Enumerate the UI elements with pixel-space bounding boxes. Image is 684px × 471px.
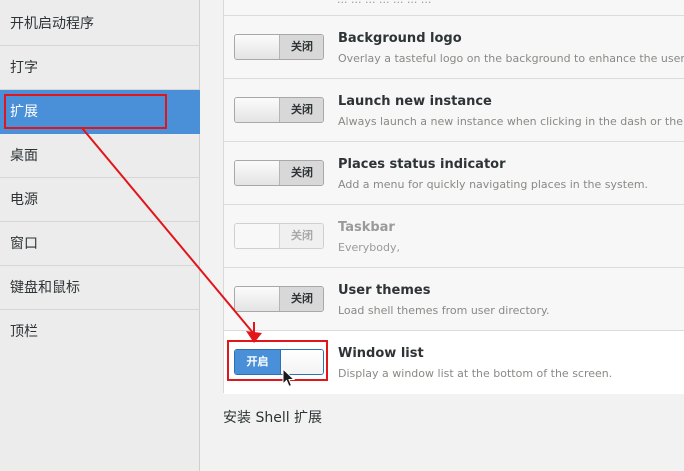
sidebar-item-keyboard-mouse[interactable]: 键盘和鼠标: [0, 266, 200, 310]
switch-knob: [235, 35, 280, 59]
switch-state-label: 关闭: [280, 98, 323, 122]
toggle-switch-background-logo[interactable]: 关闭: [234, 34, 324, 60]
switch-knob: [235, 287, 280, 311]
sidebar-item-desktop[interactable]: 桌面: [0, 134, 200, 178]
extension-title: Launch new instance: [338, 94, 492, 109]
extension-description: Overlay a tasteful logo on the backgroun…: [338, 52, 684, 65]
sidebar-item-startup-applications[interactable]: 开机启动程序: [0, 2, 200, 46]
extension-title: Background logo: [338, 31, 462, 46]
toggle-switch-user-themes[interactable]: 关闭: [234, 286, 324, 312]
extension-title: User themes: [338, 283, 431, 298]
toggle-switch-places-status-indicator[interactable]: 关闭: [234, 160, 324, 186]
extension-row-taskbar: 关闭 Taskbar Everybody,: [224, 205, 684, 268]
extension-description: Display a window list at the bottom of t…: [338, 367, 613, 380]
extension-row-launch-new-instance: 关闭 Launch new instance Always launch a n…: [224, 79, 684, 142]
sidebar: 开机启动程序 打字 扩展 桌面 电源 窗口 键盘和鼠标 顶栏: [0, 0, 200, 471]
extension-title: Taskbar: [338, 220, 395, 235]
extension-title: Places status indicator: [338, 157, 506, 172]
annotation-box-window-list-switch: [227, 340, 328, 381]
extension-title: Window list: [338, 346, 424, 361]
extension-row-background-logo: 关闭 Background logo Overlay a tasteful lo…: [224, 16, 684, 79]
sidebar-item-top-bar[interactable]: 顶栏: [0, 310, 200, 354]
extension-row-user-themes: 关闭 User themes Load shell themes from us…: [224, 268, 684, 331]
switch-knob: [235, 161, 280, 185]
partial-description: ... ... ... ... ... ... ...: [337, 0, 431, 6]
sidebar-item-power[interactable]: 电源: [0, 178, 200, 222]
extension-description: Everybody,: [338, 241, 400, 254]
sidebar-item-typing[interactable]: 打字: [0, 46, 200, 90]
switch-state-label: 关闭: [280, 35, 323, 59]
switch-knob: [235, 98, 280, 122]
extension-description: Load shell themes from user directory.: [338, 304, 550, 317]
previous-row-partial: ... ... ... ... ... ... ...: [224, 0, 684, 16]
extension-description: Add a menu for quickly navigating places…: [338, 178, 649, 191]
main-panel: ... ... ... ... ... ... ... 关闭 Backgroun…: [201, 0, 684, 471]
switch-knob: [235, 224, 280, 248]
extension-description: Always launch a new instance when clicki…: [338, 115, 684, 128]
extension-list: ... ... ... ... ... ... ... 关闭 Backgroun…: [223, 0, 684, 394]
switch-state-label: 关闭: [280, 161, 323, 185]
mouse-pointer-icon: [282, 368, 296, 388]
switch-state-label: 关闭: [280, 224, 323, 248]
switch-state-label: 关闭: [280, 287, 323, 311]
extension-row-places-status-indicator: 关闭 Places status indicator Add a menu fo…: [224, 142, 684, 205]
install-shell-extension-link[interactable]: 安装 Shell 扩展: [223, 407, 322, 427]
toggle-switch-taskbar: 关闭: [234, 223, 324, 249]
sidebar-item-windows[interactable]: 窗口: [0, 222, 200, 266]
toggle-switch-launch-new-instance[interactable]: 关闭: [234, 97, 324, 123]
annotation-box-extensions: [4, 94, 167, 129]
